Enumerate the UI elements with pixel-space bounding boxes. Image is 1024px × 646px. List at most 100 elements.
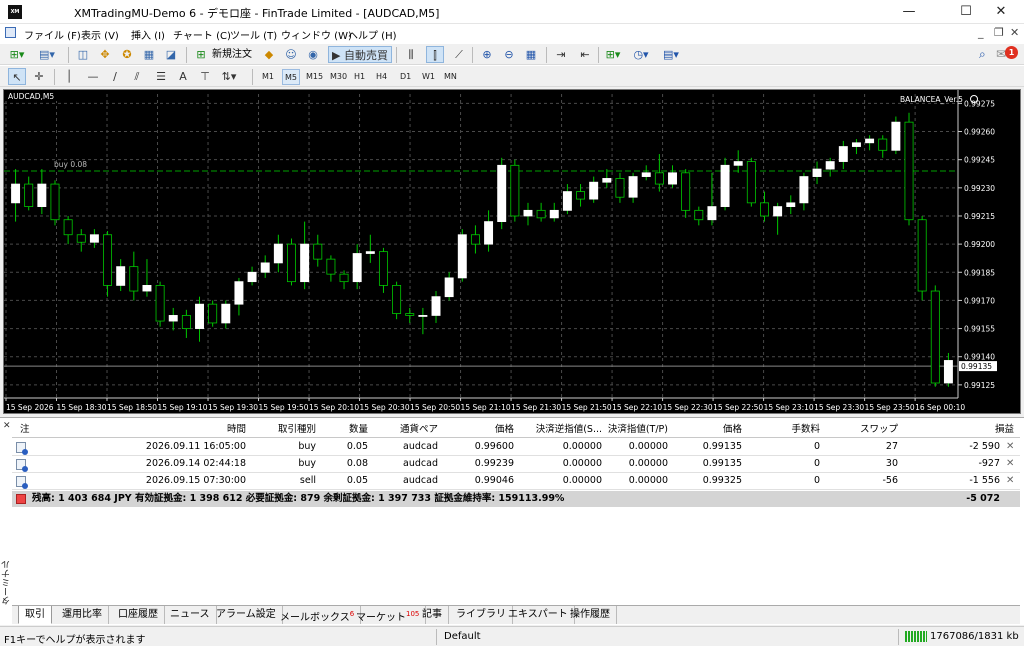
line-chart-icon[interactable]: ⟋ [450,46,468,63]
data-window-icon[interactable]: ✥ [96,46,114,63]
mdi-close-icon[interactable]: ✕ [1010,26,1019,39]
minimize-icon[interactable]: — [886,0,932,24]
terminal-panel: ✕ 注 時間 取引種別 数量 通貨ペア 価格 決済逆指値(S... 決済指値(T… [0,417,1024,625]
market-icon[interactable]: ◉ [304,46,322,63]
timeframe-h4[interactable]: H4 [374,69,389,85]
close-position-icon[interactable]: ✕ [1006,458,1014,469]
terminal-tab[interactable]: メールボックス6 [274,606,362,624]
col-current-price[interactable]: 価格 [672,422,742,438]
menu-insert[interactable]: 挿入 (I) [131,27,165,42]
new-chart-icon[interactable]: ⊞▾ [8,46,26,63]
bar-chart-icon[interactable]: ⫼ [402,46,420,63]
col-profit[interactable]: 損益 [902,422,1014,438]
terminal-tab[interactable]: 運用比率 [56,606,109,624]
cell-volume: 0.08 [346,458,368,469]
timeframe-d1[interactable]: D1 [398,69,413,85]
tile-windows-icon[interactable]: ▦ [522,46,540,63]
text-tool-icon[interactable]: A [174,68,192,85]
chart-canvas[interactable]: 0.99275 0.99260 0.99245 0.99230 0.99215 0.992… [4,90,1020,413]
terminal-tab[interactable]: 記事 [416,606,449,624]
channel-icon[interactable]: ⫽ [128,68,146,85]
cell-cur-price: 0.99325 [702,475,742,486]
price-chart[interactable]: 0.99275 0.99260 0.99245 0.99230 0.99215 0.992… [3,89,1021,414]
col-price[interactable]: 価格 [442,422,514,438]
candlestick-icon[interactable]: ⫿ [426,46,444,63]
timeframe-w1[interactable]: W1 [420,69,437,85]
chart-shift-icon[interactable]: ⇤ [576,46,594,63]
terminal-close-icon[interactable]: ✕ [3,421,11,431]
col-swap[interactable]: スワップ [824,422,898,438]
menu-help[interactable]: ヘルプ (H) [348,27,397,42]
candle-body [287,243,296,283]
col-tp[interactable]: 決済指値(T/P) [606,422,668,438]
cell-price: 0.99046 [474,475,514,486]
menu-window[interactable]: ウィンドウ (W) [281,27,352,42]
menu-tools[interactable]: ツール (T) [230,27,277,42]
indicators-icon[interactable]: ⊞▾ [604,46,622,63]
notification-badge[interactable]: 1 [1005,46,1018,59]
search-icon[interactable]: ⌕ [979,47,986,62]
menu-view[interactable]: 表示 (V) [81,27,119,42]
market-watch-icon[interactable]: ◫ [74,46,92,63]
col-symbol[interactable]: 通貨ペア [372,422,438,438]
auto-scroll-icon[interactable]: ⇥ [552,46,570,63]
menu-file[interactable]: ファイル (F) [24,27,81,42]
strategy-tester-icon[interactable]: ◪ [162,46,180,63]
cell-price: 0.99600 [474,441,514,452]
signals-icon[interactable]: ◆ [260,46,278,63]
auto-trading-button[interactable]: ▶ 自動売買 [328,46,392,63]
terminal-tab[interactable]: 口座履歴 [112,606,165,624]
trendline-icon[interactable]: ∕ [106,68,124,85]
fibonacci-icon[interactable]: ☰ [152,68,170,85]
col-time[interactable]: 時間 [112,422,246,438]
table-row[interactable]: 2026.09.11 16:05:00 buy 0.05 audcad 0.99600 0… [12,439,1020,456]
zoom-out-icon[interactable]: ⊖ [500,46,518,63]
col-volume[interactable]: 数量 [318,422,368,438]
new-order-icon[interactable]: ⊞ [192,46,210,63]
community-icon[interactable]: ☺ [282,46,300,63]
candle-body [904,121,914,221]
timeframe-mn[interactable]: MN [442,69,459,85]
arrows-icon[interactable]: ⇅▾ [220,68,238,85]
close-position-icon[interactable]: ✕ [1006,441,1014,452]
cursor-icon[interactable]: ↖ [8,68,26,85]
horizontal-line-icon[interactable]: — [84,68,102,85]
cell-cur-price: 0.99135 [702,441,742,452]
table-row[interactable]: 2026.09.14 02:44:18 buy 0.08 audcad 0.99239 0… [12,456,1020,473]
col-commission[interactable]: 手数料 [746,422,820,438]
timeframe-m1[interactable]: M1 [260,69,276,85]
menu-chart[interactable]: チャート (C) [173,27,231,42]
timeframe-m5[interactable]: M5 [282,69,300,85]
line-studies-toolbar: ↖ ✛ │ — ∕ ⫽ ☰ A ⊤ ⇅▾ M1 M5 M15 M30 H1 H4… [0,65,1024,87]
new-order-button[interactable]: 新規注文 [212,47,252,63]
x-tick-label: 15 Sep 20:50 [410,403,460,412]
templates-icon[interactable]: ▤▾ [662,46,680,63]
col-sl[interactable]: 決済逆指値(S... [518,422,602,438]
close-position-icon[interactable]: ✕ [1006,475,1014,486]
mdi-minimize-icon[interactable]: _ [978,26,984,39]
terminal-icon[interactable]: ▦ [140,46,158,63]
vertical-line-icon[interactable]: │ [60,68,78,85]
chart-window-icon[interactable] [5,27,16,38]
timeframe-m15[interactable]: M15 [304,69,325,85]
table-row[interactable]: 2026.09.15 07:30:00 sell 0.05 audcad 0.99046… [12,473,1020,490]
navigator-icon[interactable]: ✪ [118,46,136,63]
zoom-in-icon[interactable]: ⊕ [478,46,496,63]
terminal-tab[interactable]: ニュース [164,606,217,624]
terminal-tab[interactable]: マーケット105 [350,606,427,624]
text-label-icon[interactable]: ⊤ [196,68,214,85]
periods-icon[interactable]: ◷▾ [632,46,650,63]
candle-body [668,172,677,185]
status-profile[interactable]: Default [444,631,481,642]
profiles-icon[interactable]: ▤▾ [38,46,56,63]
terminal-tab[interactable]: アラーム設定 [210,606,283,624]
timeframe-h1[interactable]: H1 [352,69,367,85]
terminal-tab[interactable]: 操作履歴 [564,606,617,624]
crosshair-icon[interactable]: ✛ [30,68,48,85]
terminal-tab[interactable]: 取引 [18,606,52,624]
close-icon[interactable]: ✕ [978,0,1024,24]
timeframe-m30[interactable]: M30 [328,69,349,85]
col-ticket[interactable]: 注 [20,422,80,438]
mdi-restore-icon[interactable]: ❐ [994,26,1004,39]
col-type[interactable]: 取引種別 [250,422,316,438]
